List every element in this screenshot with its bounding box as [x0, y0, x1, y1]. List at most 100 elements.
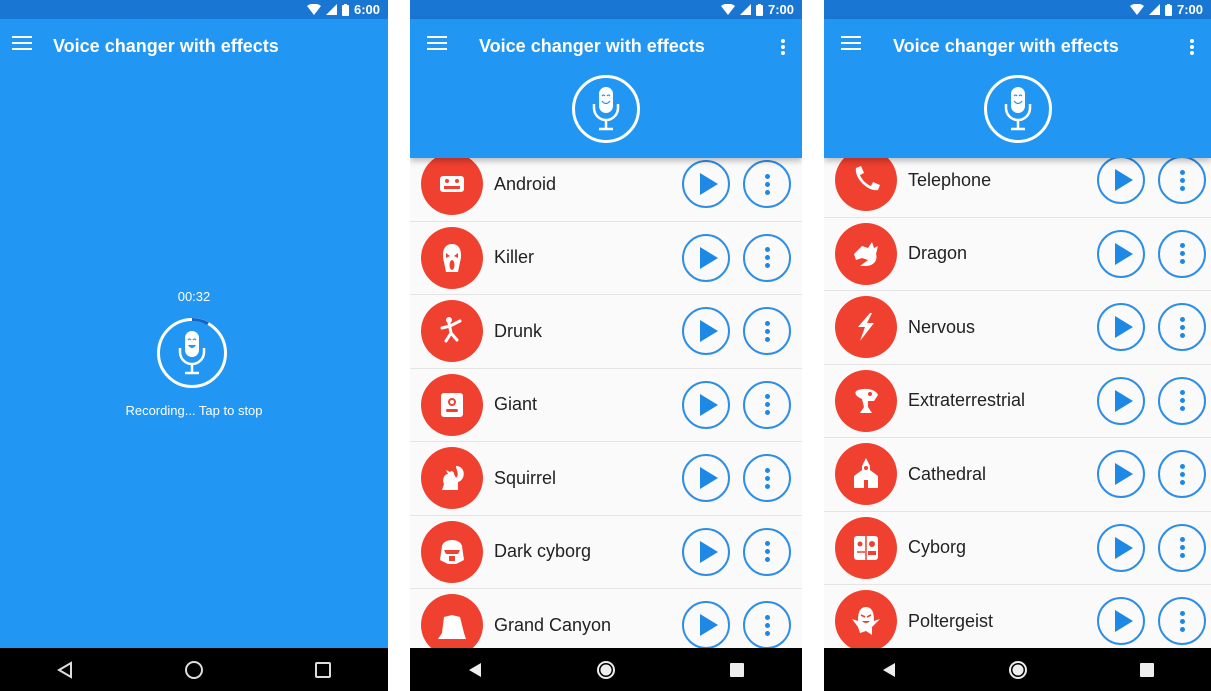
play-icon — [1114, 463, 1133, 486]
effect-options-button[interactable] — [1158, 303, 1206, 352]
more-vert-icon — [764, 320, 770, 326]
effect-options-button[interactable] — [743, 160, 791, 209]
app-bar: Voice changer with effects — [824, 19, 1211, 158]
signal-icon — [1148, 4, 1160, 15]
recording-timer: 00:32 — [177, 289, 211, 304]
play-effect-button[interactable] — [1097, 597, 1145, 646]
effect-row[interactable]: Android — [410, 148, 802, 222]
more-vert-icon — [1179, 316, 1185, 322]
more-vert-icon — [764, 394, 770, 400]
effect-row[interactable]: Drunk — [410, 295, 802, 369]
recents-icon[interactable] — [1135, 658, 1159, 682]
ghost-mask-icon — [421, 226, 483, 289]
effect-label: Cathedral — [908, 463, 987, 484]
back-icon[interactable] — [877, 658, 901, 682]
effect-label: Extraterrestrial — [908, 390, 1026, 411]
hamburger-menu-icon[interactable] — [12, 36, 32, 52]
effect-options-button[interactable] — [743, 233, 791, 282]
poltergeist-icon — [835, 590, 897, 653]
more-vert-icon — [1179, 537, 1185, 543]
battery-icon — [1164, 3, 1172, 16]
record-button[interactable] — [983, 75, 1052, 143]
play-effect-button[interactable] — [1097, 156, 1145, 205]
play-effect-button[interactable] — [682, 380, 730, 429]
effect-options-button[interactable] — [1158, 376, 1206, 425]
play-effect-button[interactable] — [682, 307, 730, 356]
effect-options-button[interactable] — [1158, 523, 1206, 572]
hamburger-menu-icon[interactable] — [841, 36, 861, 52]
status-bar: 7:00 — [824, 0, 1211, 19]
home-icon[interactable] — [182, 658, 206, 682]
effect-row[interactable]: Extraterrestrial — [824, 364, 1211, 438]
effect-label: Drunk — [494, 320, 543, 341]
cyborg-icon — [835, 516, 897, 579]
system-nav-bar — [824, 648, 1211, 691]
more-vert-icon — [764, 614, 770, 620]
recents-icon[interactable] — [311, 658, 335, 682]
effect-row[interactable]: Cathedral — [824, 438, 1211, 512]
play-icon — [1114, 389, 1133, 412]
play-effect-button[interactable] — [1097, 303, 1145, 352]
more-vert-icon — [1179, 169, 1185, 175]
effect-row[interactable]: Giant — [410, 368, 802, 442]
lightning-icon — [835, 296, 897, 359]
app-bar: Voice changer with effects — [0, 19, 388, 71]
effect-options-button[interactable] — [743, 527, 791, 576]
smiling-microphone-icon — [592, 87, 620, 131]
play-effect-button[interactable] — [682, 160, 730, 209]
effect-options-button[interactable] — [743, 601, 791, 650]
system-nav-bar — [410, 648, 802, 691]
play-icon — [1114, 610, 1133, 633]
effect-options-button[interactable] — [1158, 156, 1206, 205]
effect-label: Telephone — [908, 169, 992, 190]
effect-options-button[interactable] — [743, 380, 791, 429]
giant-icon — [421, 373, 483, 436]
effect-row[interactable]: Dragon — [824, 217, 1211, 291]
effect-row[interactable]: Squirrel — [410, 442, 802, 516]
status-time: 7:00 — [1176, 2, 1203, 17]
play-effect-button[interactable] — [682, 454, 730, 503]
effect-row[interactable]: Cyborg — [824, 511, 1211, 585]
play-icon — [1114, 316, 1133, 339]
effect-row[interactable]: Dark cyborg — [410, 515, 802, 589]
home-icon[interactable] — [594, 658, 618, 682]
app-bar: Voice changer with effects — [410, 19, 802, 158]
effect-options-button[interactable] — [1158, 450, 1206, 499]
effect-label: Killer — [494, 247, 535, 268]
effect-options-button[interactable] — [743, 454, 791, 503]
back-icon[interactable] — [53, 658, 77, 682]
stop-recording-button[interactable] — [157, 318, 227, 388]
effect-options-button[interactable] — [1158, 597, 1206, 646]
effect-options-button[interactable] — [1158, 229, 1206, 278]
back-icon[interactable] — [463, 658, 487, 682]
play-icon — [699, 467, 718, 490]
wifi-icon — [720, 4, 735, 15]
dragon-icon — [835, 222, 897, 285]
phone-effects-list-2: 7:00 Voice changer with effects Telephon… — [824, 0, 1211, 691]
effect-label: Squirrel — [494, 467, 557, 488]
play-icon — [1114, 169, 1133, 192]
play-effect-button[interactable] — [682, 601, 730, 650]
battery-icon — [341, 3, 349, 16]
play-effect-button[interactable] — [1097, 229, 1145, 278]
play-effect-button[interactable] — [682, 233, 730, 282]
wifi-icon — [1129, 4, 1144, 15]
effect-label: Poltergeist — [908, 610, 994, 631]
drunk-person-icon — [421, 300, 483, 363]
play-effect-button[interactable] — [1097, 450, 1145, 499]
home-icon[interactable] — [1006, 658, 1030, 682]
hamburger-menu-icon[interactable] — [427, 36, 447, 52]
recents-icon[interactable] — [725, 658, 749, 682]
play-effect-button[interactable] — [1097, 523, 1145, 572]
play-effect-button[interactable] — [1097, 376, 1145, 425]
effect-options-button[interactable] — [743, 307, 791, 356]
overflow-menu-icon[interactable] — [780, 39, 786, 55]
record-button[interactable] — [572, 75, 640, 143]
effect-row[interactable]: Nervous — [824, 291, 1211, 365]
more-vert-icon — [1179, 243, 1185, 249]
play-effect-button[interactable] — [682, 527, 730, 576]
phone-recording-screen: 6:00 Voice changer with effects 00:32 Re… — [0, 0, 388, 691]
overflow-menu-icon[interactable] — [1189, 39, 1195, 55]
effect-row[interactable]: Killer — [410, 221, 802, 295]
more-vert-icon — [1179, 463, 1185, 469]
